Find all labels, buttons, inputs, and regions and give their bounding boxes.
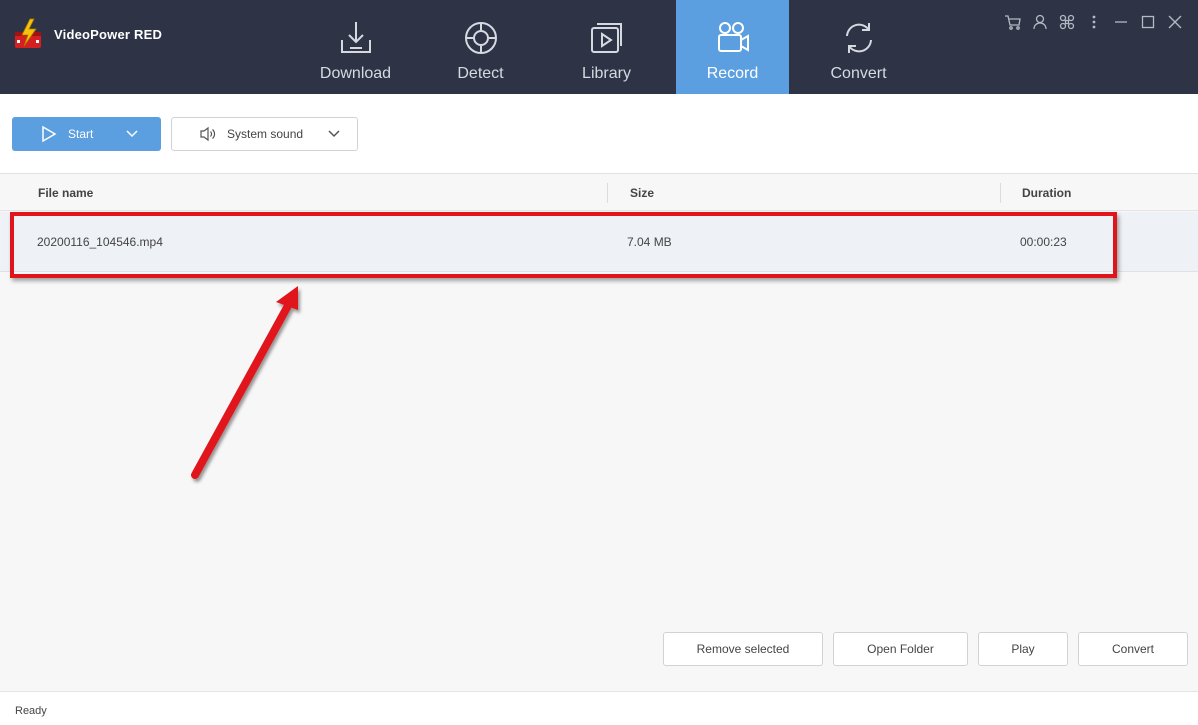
annotation-arrow	[191, 286, 298, 479]
app-logo-icon	[15, 18, 41, 48]
more-icon[interactable]	[1080, 10, 1107, 34]
status-bar: Ready	[0, 691, 1198, 725]
start-label: Start	[68, 127, 94, 141]
column-divider[interactable]	[1000, 183, 1001, 203]
system-sound-dropdown[interactable]: System sound	[171, 117, 358, 151]
tab-library-label: Library	[582, 65, 631, 82]
user-icon[interactable]	[1026, 10, 1053, 34]
tab-detect-label: Detect	[457, 65, 504, 82]
window-controls	[999, 10, 1188, 34]
tab-download[interactable]: Download	[299, 0, 412, 94]
tab-convert[interactable]: Convert	[802, 0, 915, 94]
chevron-down-icon	[328, 130, 340, 138]
convert-button[interactable]: Convert	[1078, 632, 1188, 666]
tab-download-label: Download	[319, 65, 392, 82]
tab-library[interactable]: Library	[550, 0, 663, 94]
table-header: File name Size Duration	[0, 175, 1198, 211]
tab-detect[interactable]: Detect	[424, 0, 537, 94]
cell-size: 7.04 MB	[627, 235, 672, 249]
chevron-down-icon[interactable]	[125, 127, 139, 141]
status-text: Ready	[15, 705, 47, 717]
play-button[interactable]: Play	[978, 632, 1068, 666]
remove-selected-button[interactable]: Remove selected	[663, 632, 823, 666]
cell-file-name: 20200116_104546.mp4	[37, 235, 163, 249]
library-icon	[590, 23, 622, 53]
column-divider[interactable]	[607, 183, 608, 203]
convert-icon	[845, 23, 872, 53]
open-folder-button[interactable]: Open Folder	[833, 632, 968, 666]
tab-convert-label: Convert	[830, 65, 887, 82]
top-bar: VideoPower RED Download Detect Library R…	[0, 0, 1198, 94]
camera-icon	[717, 22, 749, 52]
system-sound-label: System sound	[227, 127, 304, 141]
close-icon[interactable]	[1161, 10, 1188, 34]
command-icon[interactable]	[1053, 10, 1080, 34]
table-row[interactable]: 20200116_104546.mp4 7.04 MB 00:00:23	[0, 212, 1198, 272]
download-icon	[340, 22, 371, 53]
crosshair-icon	[464, 22, 497, 54]
column-header-size[interactable]: Size	[630, 175, 654, 211]
cell-duration: 00:00:23	[1020, 235, 1067, 249]
cart-icon[interactable]	[999, 10, 1026, 34]
brand: VideoPower RED	[12, 18, 162, 50]
column-header-file-name[interactable]: File name	[38, 175, 93, 211]
start-button[interactable]: Start	[12, 117, 161, 151]
app-title: VideoPower RED	[54, 26, 163, 42]
tab-record-label: Record	[706, 65, 759, 82]
play-icon	[42, 125, 57, 143]
speaker-icon	[200, 126, 216, 142]
tab-record[interactable]: Record	[676, 0, 789, 94]
minimize-icon[interactable]	[1107, 10, 1134, 34]
toolbar: Start System sound	[0, 94, 1198, 174]
maximize-icon[interactable]	[1134, 10, 1161, 34]
column-header-duration[interactable]: Duration	[1022, 175, 1071, 211]
